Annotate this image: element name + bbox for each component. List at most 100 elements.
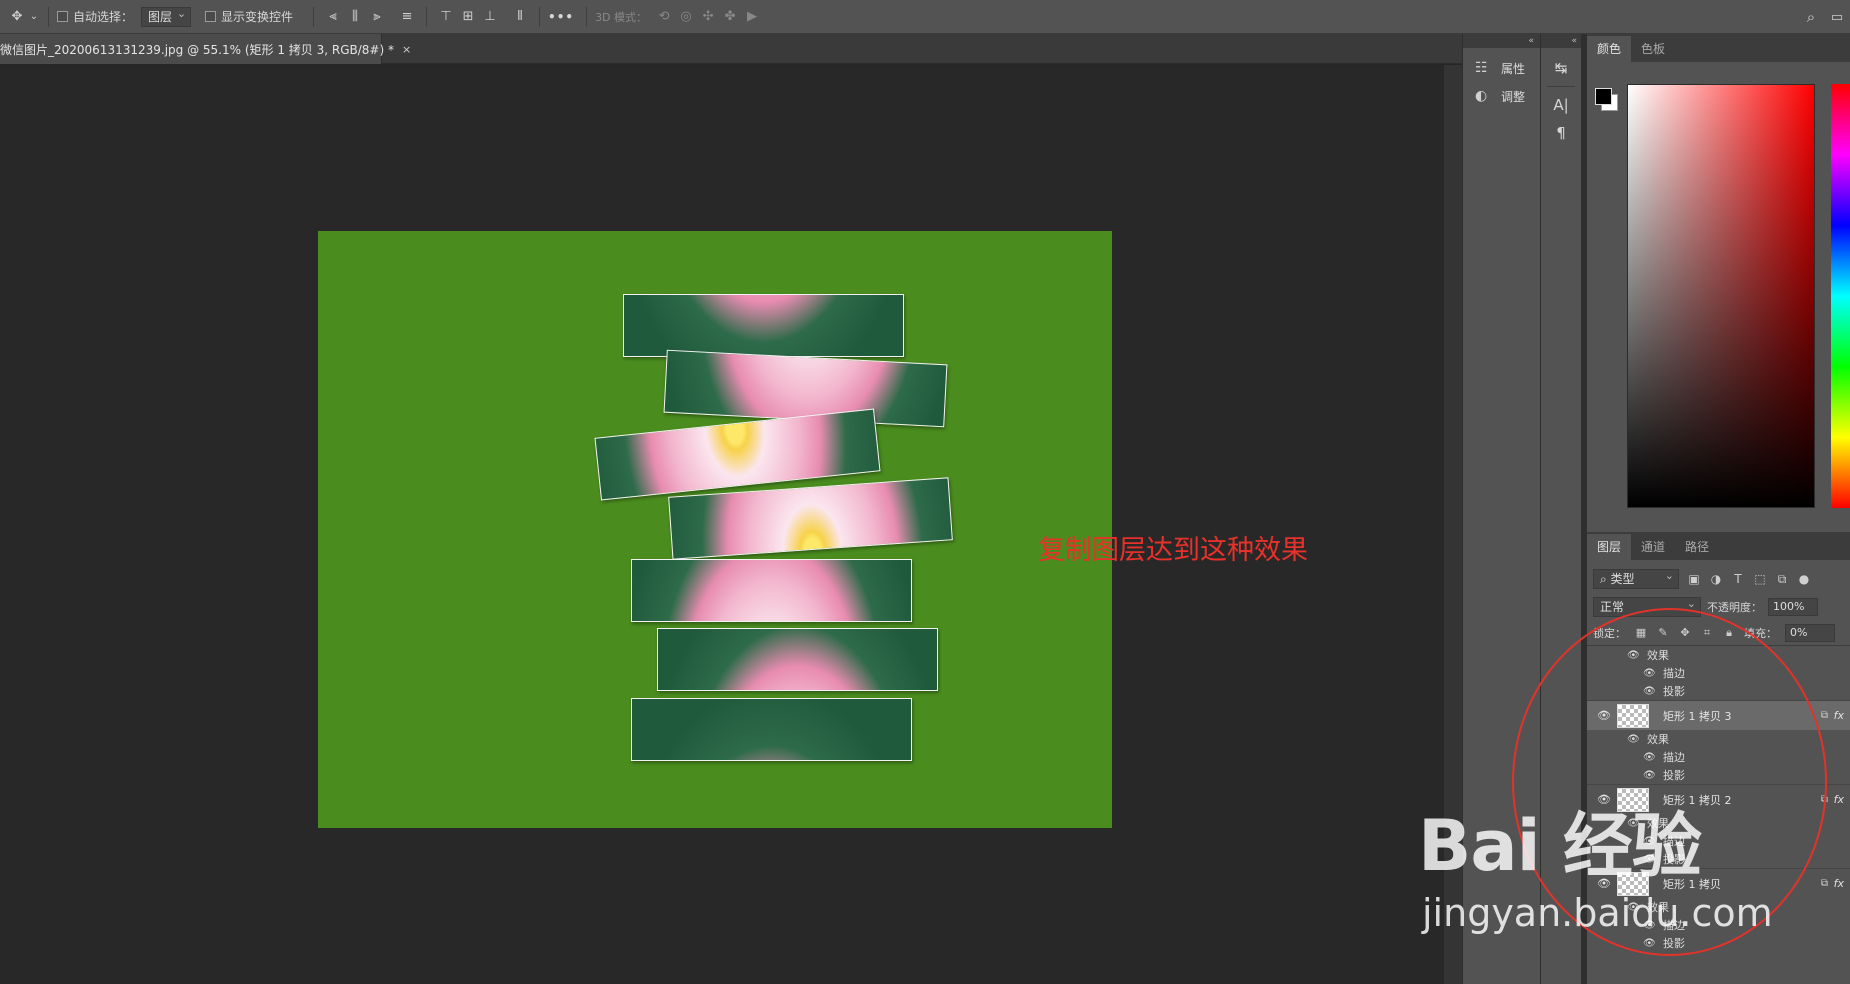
search-icon[interactable]: ⌕	[1800, 6, 1822, 28]
filter-shape-icon[interactable]: ⬚	[1753, 572, 1767, 586]
more-options-button[interactable]: •••	[548, 10, 574, 24]
close-tab-icon[interactable]: ×	[402, 43, 411, 56]
eye-icon[interactable]: 👁︎	[1643, 668, 1656, 679]
lock-artboard-icon[interactable]: ⌗	[1700, 626, 1714, 640]
distribute-horizontal-icon[interactable]: ≡	[396, 6, 418, 28]
show-transform-checkbox[interactable]	[205, 11, 217, 22]
effects-row[interactable]: 👁︎ 效果	[1587, 898, 1850, 916]
adjustments-button[interactable]: ◐ 调整	[1463, 82, 1540, 110]
opacity-input[interactable]: 100%	[1768, 598, 1818, 616]
align-top-icon[interactable]: ⊤	[435, 6, 457, 28]
eye-icon[interactable]: 👁︎	[1627, 650, 1640, 661]
eye-icon[interactable]: 👁︎	[1627, 734, 1640, 745]
show-transform-label: 显示变换控件	[221, 10, 294, 24]
hue-slider[interactable]	[1831, 84, 1850, 508]
tab-layers[interactable]: 图层	[1587, 534, 1632, 560]
align-hcenter-icon[interactable]: ⫼	[344, 6, 366, 28]
divider	[539, 6, 541, 27]
history-icon[interactable]: ↹	[1541, 54, 1581, 82]
canvas-scrollbar[interactable]	[1444, 65, 1462, 984]
eye-icon[interactable]: 👁︎	[1643, 920, 1656, 931]
effect-shadow-row[interactable]: 👁︎ 投影	[1587, 766, 1850, 784]
effect-shadow-row[interactable]: 👁︎ 投影	[1587, 850, 1850, 868]
document-canvas[interactable]	[318, 231, 1112, 828]
eye-icon[interactable]: 👁︎	[1597, 709, 1611, 722]
eye-icon[interactable]: 👁︎	[1643, 854, 1656, 865]
effect-shadow-row[interactable]: 👁︎ 投影	[1587, 934, 1850, 952]
foreground-color-swatch[interactable]	[1595, 88, 1612, 105]
3d-orbit-icon[interactable]: ⟲	[653, 6, 675, 28]
align-bottom-icon[interactable]: ⊥	[479, 6, 501, 28]
fill-input[interactable]: 0%	[1785, 623, 1835, 642]
effects-row[interactable]: 👁︎ 效果	[1587, 814, 1850, 832]
tool-preset-chevron-icon[interactable]: ⌄	[28, 6, 40, 28]
character-icon[interactable]: A|	[1541, 91, 1581, 119]
filter-adjustment-icon[interactable]: ◑	[1709, 572, 1723, 586]
lock-transparent-icon[interactable]: ▦	[1634, 626, 1648, 639]
align-right-icon[interactable]: ⫸	[366, 6, 388, 28]
eye-icon[interactable]: 👁︎	[1597, 793, 1611, 806]
auto-select-dropdown[interactable]: 图层	[141, 5, 192, 27]
photo-strip	[631, 559, 912, 622]
collapse-dock-icon[interactable]: «	[1541, 34, 1581, 48]
effects-row[interactable]: 👁︎ 效果	[1587, 730, 1850, 748]
filter-pixel-icon[interactable]: ▣	[1687, 572, 1701, 586]
effect-stroke-row[interactable]: 👁︎ 描边	[1587, 664, 1850, 682]
3d-roll-icon[interactable]: ◎	[675, 6, 697, 28]
color-field[interactable]	[1627, 84, 1815, 508]
blend-mode-dropdown[interactable]: 正常	[1593, 595, 1701, 617]
effect-stroke-row[interactable]: 👁︎ 描边	[1587, 832, 1850, 850]
lock-all-icon[interactable]: 🔒︎	[1722, 626, 1736, 640]
3d-pan-icon[interactable]: ✣	[697, 6, 719, 28]
shadow-label: 投影	[1663, 685, 1685, 698]
layer-row[interactable]: 👁︎ 矩形 1 拷贝 ⧉ fx	[1587, 868, 1850, 898]
panel-dock-tools: « ↹ A| ¶	[1540, 34, 1581, 984]
eye-icon[interactable]: 👁︎	[1627, 818, 1640, 829]
document-tab[interactable]: 微信图片_20200613131239.jpg @ 55.1% (矩形 1 拷贝…	[0, 34, 411, 64]
eye-icon[interactable]: 👁︎	[1643, 686, 1656, 697]
effects-row[interactable]: 👁︎ 效果	[1587, 646, 1850, 664]
3d-slide-icon[interactable]: ✤	[719, 6, 741, 28]
filter-toggle-icon[interactable]: ●	[1797, 572, 1811, 586]
tab-swatches[interactable]: 色板	[1631, 36, 1675, 62]
collapse-dock-icon[interactable]: «	[1463, 34, 1540, 48]
paragraph-icon[interactable]: ¶	[1541, 119, 1581, 147]
properties-button[interactable]: ☷ 属性	[1463, 54, 1540, 82]
properties-icon: ☷	[1475, 60, 1488, 76]
layer-name: 矩形 1 拷贝 3	[1663, 709, 1732, 723]
effect-stroke-row[interactable]: 👁︎ 描边	[1587, 748, 1850, 766]
filter-smartobject-icon[interactable]: ⧉	[1775, 572, 1789, 587]
align-vcenter-icon[interactable]: ⊞	[457, 6, 479, 28]
shadow-label: 投影	[1663, 937, 1685, 950]
fx-icon[interactable]: fx	[1834, 877, 1844, 890]
tab-paths[interactable]: 路径	[1675, 534, 1719, 560]
3d-camera-icon[interactable]: ▶	[741, 6, 763, 28]
workspace-icon[interactable]: ▭	[1826, 6, 1848, 28]
align-left-icon[interactable]: ⫷	[322, 6, 344, 28]
tab-color[interactable]: 颜色	[1587, 36, 1632, 62]
eye-icon[interactable]: 👁︎	[1627, 902, 1640, 913]
filter-type-icon[interactable]: T	[1731, 572, 1745, 586]
move-tool-icon[interactable]: ✥	[6, 6, 28, 28]
eye-icon[interactable]: 👁︎	[1597, 877, 1611, 890]
layer-row[interactable]: 👁︎ 矩形 1 拷贝 3 ⧉ fx	[1587, 700, 1850, 730]
lock-position-icon[interactable]: ✥	[1678, 626, 1692, 639]
distribute-vertical-icon[interactable]: ⦀	[509, 6, 531, 28]
layer-row[interactable]: 👁︎ 矩形 1 拷贝 2 ⧉ fx	[1587, 784, 1850, 814]
tab-channels[interactable]: 通道	[1631, 534, 1675, 560]
fx-icon[interactable]: fx	[1834, 709, 1844, 722]
effect-shadow-row[interactable]: 👁︎ 投影	[1587, 682, 1850, 700]
eye-icon[interactable]: 👁︎	[1643, 752, 1656, 763]
auto-select-label: 自动选择：	[73, 10, 134, 24]
document-tab-title: 微信图片_20200613131239.jpg @ 55.1% (矩形 1 拷贝…	[0, 42, 394, 57]
fx-icon[interactable]: fx	[1834, 793, 1844, 806]
layer-list[interactable]: 👁︎ 效果 👁︎ 描边 👁︎ 投影 👁︎ 矩形 1 拷贝 3 ⧉ fx 👁︎ 效果 👁︎…	[1587, 646, 1850, 984]
effect-stroke-row[interactable]: 👁︎ 描边	[1587, 916, 1850, 934]
auto-select-checkbox[interactable]	[57, 11, 68, 22]
eye-icon[interactable]: 👁︎	[1643, 770, 1656, 781]
effects-label: 效果	[1647, 733, 1669, 746]
lock-pixels-icon[interactable]: ✎	[1656, 626, 1670, 639]
layer-filter-dropdown[interactable]: ⌕ 类型	[1593, 567, 1679, 589]
eye-icon[interactable]: 👁︎	[1643, 938, 1656, 949]
eye-icon[interactable]: 👁︎	[1643, 836, 1656, 847]
